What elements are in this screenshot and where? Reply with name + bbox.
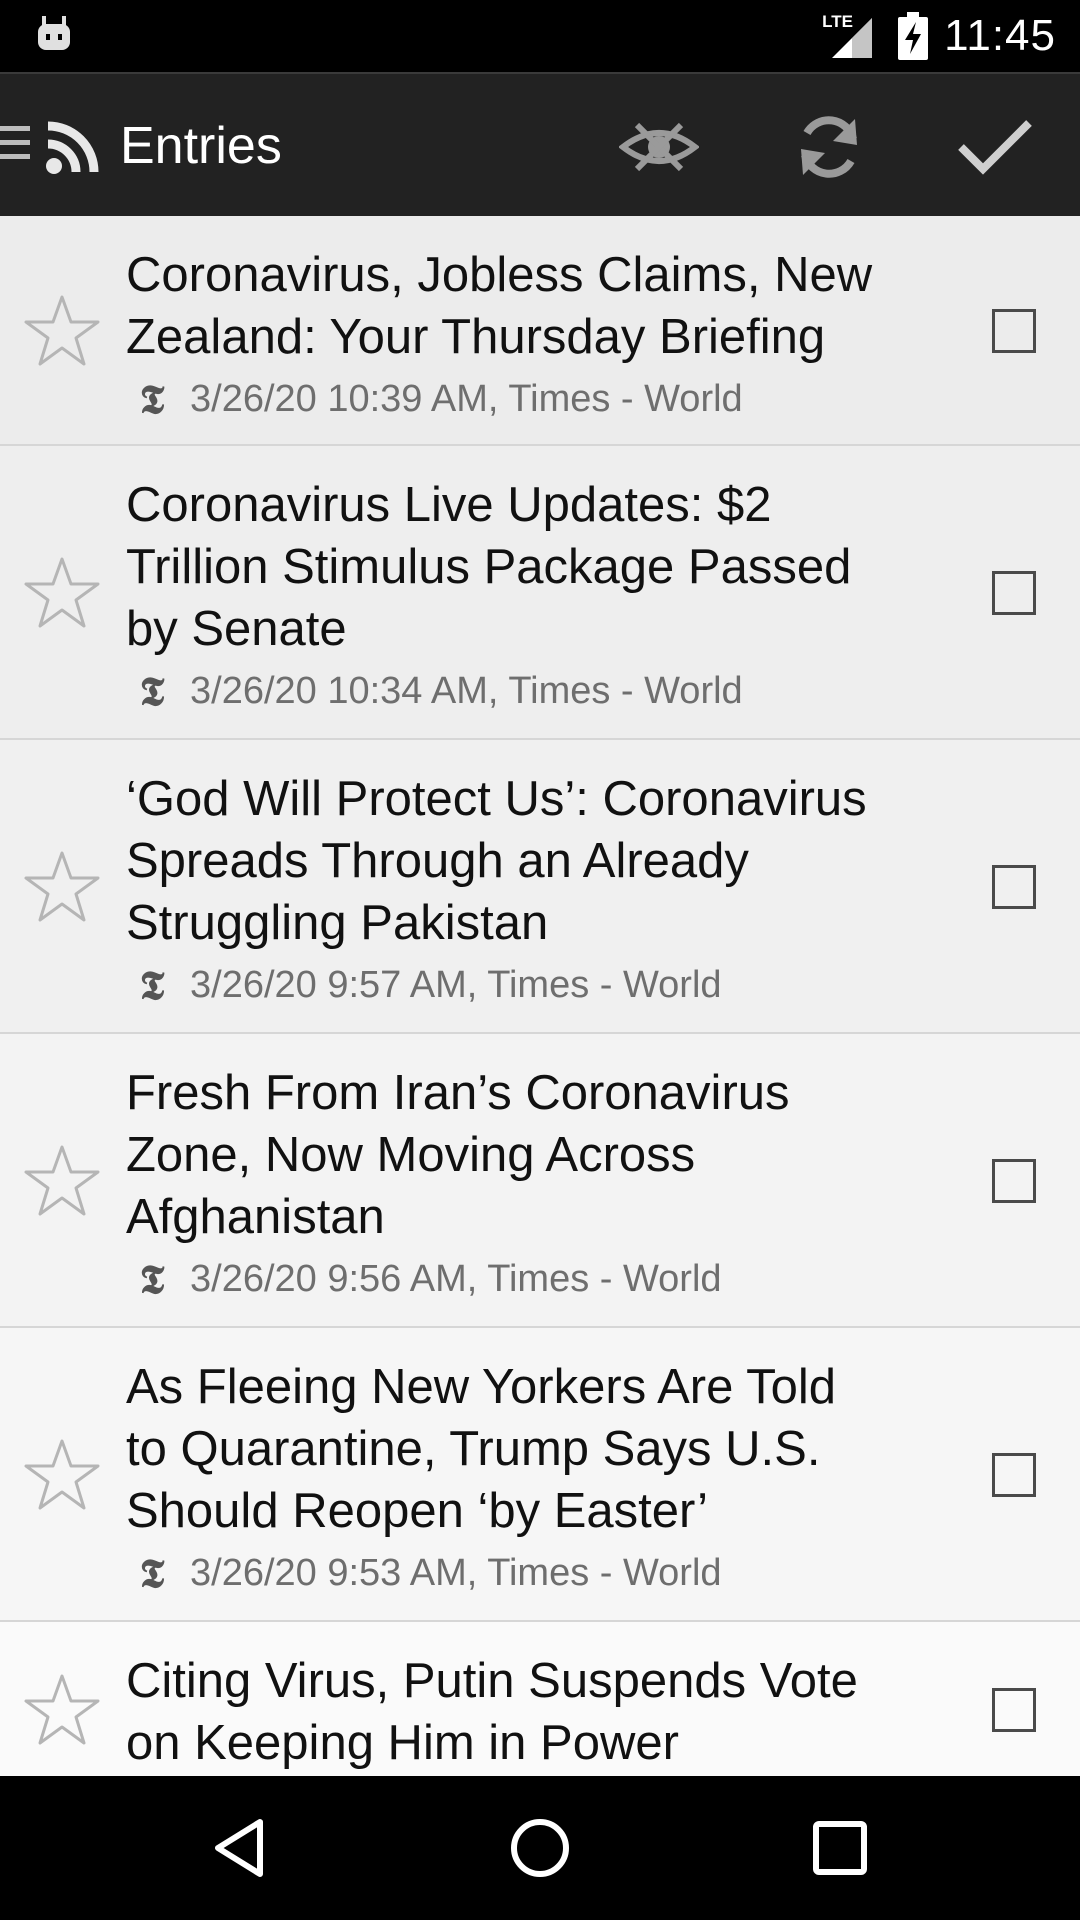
- menu-icon[interactable]: [0, 126, 30, 166]
- feed-logo-icon: 𝕿: [139, 668, 165, 715]
- entry-meta: 𝕿 3/26/20 10:39 AM, Times - World: [132, 376, 743, 423]
- rss-icon[interactable]: [44, 120, 100, 176]
- check-icon: [958, 120, 1032, 175]
- entry-list: Coronavirus, Jobless Claims, New Zealand:…: [0, 216, 1080, 1776]
- page-title: Entries: [120, 117, 282, 175]
- entry-title-line: As Fleeing New Yorkers Are Told: [126, 1360, 836, 1414]
- mark-read-checkbox[interactable]: [992, 571, 1036, 615]
- entry-row[interactable]: Fresh From Iran’s Coronavirus Zone, Now M…: [0, 1034, 1080, 1328]
- star-icon[interactable]: [22, 553, 102, 633]
- entry-title: Coronavirus Live Updates: $2 Trillion Sti…: [126, 474, 946, 660]
- entry-title-line: Trillion Stimulus Package Passed: [126, 540, 852, 594]
- entry-date-source: 3/26/20 10:34 AM, Times - World: [190, 670, 743, 712]
- mark-read-checkbox[interactable]: [992, 865, 1036, 909]
- android-notification-icon: [38, 16, 70, 50]
- entry-title-line: Afghanistan: [126, 1190, 385, 1244]
- star-icon[interactable]: [22, 1435, 102, 1515]
- entry-title: As Fleeing New Yorkers Are Told to Quaran…: [126, 1356, 946, 1542]
- mark-all-read-button[interactable]: [950, 102, 1040, 192]
- home-button[interactable]: [500, 1808, 580, 1888]
- entry-title: Coronavirus, Jobless Claims, New Zealand:…: [126, 244, 946, 368]
- home-icon: [511, 1819, 569, 1877]
- back-button[interactable]: [200, 1808, 280, 1888]
- entry-title-line: on Keeping Him in Power: [126, 1716, 679, 1770]
- entry-meta: 𝕿 3/26/20 9:53 AM, Times - World: [132, 1550, 722, 1597]
- entry-date-source: 3/26/20 9:53 AM, Times - World: [190, 1552, 722, 1594]
- entry-title-line: Coronavirus, Jobless Claims, New: [126, 248, 873, 302]
- entry-meta: 𝕿 3/26/20 10:34 AM, Times - World: [132, 668, 743, 715]
- refresh-button[interactable]: [784, 102, 874, 192]
- star-icon[interactable]: [22, 1141, 102, 1221]
- star-icon[interactable]: [22, 291, 102, 371]
- entry-title: ‘God Will Protect Us’: Coronavirus Spread…: [126, 768, 946, 954]
- recents-button[interactable]: [800, 1808, 880, 1888]
- entry-title-line: Zone, Now Moving Across: [126, 1128, 696, 1182]
- star-icon[interactable]: [22, 1670, 102, 1750]
- entry-row[interactable]: As Fleeing New Yorkers Are Told to Quaran…: [0, 1328, 1080, 1622]
- entry-row[interactable]: Coronavirus Live Updates: $2 Trillion Sti…: [0, 446, 1080, 740]
- entry-row[interactable]: ‘God Will Protect Us’: Coronavirus Spread…: [0, 740, 1080, 1034]
- feed-logo-icon: 𝕿: [139, 376, 165, 423]
- entry-date-source: 3/26/20 10:39 AM, Times - World: [190, 378, 743, 420]
- status-bar: LTE 11:45: [0, 0, 1080, 72]
- star-icon[interactable]: [22, 847, 102, 927]
- hide-read-button[interactable]: [614, 102, 704, 192]
- navigation-bar: [0, 1776, 1080, 1920]
- entry-date-source: 3/26/20 9:57 AM, Times - World: [190, 964, 722, 1006]
- entry-title: Citing Virus, Putin Suspends Vote on Keep…: [126, 1650, 946, 1774]
- action-bar: Entries: [0, 72, 1080, 216]
- signal-icon: LTE: [822, 12, 878, 60]
- feed-logo-icon: 𝕿: [139, 1256, 165, 1303]
- refresh-icon: [801, 116, 857, 178]
- entry-title-line: ‘God Will Protect Us’: Coronavirus: [126, 772, 867, 826]
- entry-title-line: Zealand: Your Thursday Briefing: [126, 310, 826, 364]
- mark-read-checkbox[interactable]: [992, 1453, 1036, 1497]
- entry-meta: 𝕿 3/26/20 9:56 AM, Times - World: [132, 1256, 722, 1303]
- eye-off-icon: [619, 122, 699, 172]
- entry-title-line: Citing Virus, Putin Suspends Vote: [126, 1654, 858, 1708]
- entry-row[interactable]: Citing Virus, Putin Suspends Vote on Keep…: [0, 1622, 1080, 1776]
- entry-title-line: to Quarantine, Trump Says U.S.: [126, 1422, 821, 1476]
- status-time: 11:45: [944, 11, 1056, 60]
- mark-read-checkbox[interactable]: [992, 309, 1036, 353]
- entry-title-line: Coronavirus Live Updates: $2: [126, 478, 772, 532]
- entry-date-source: 3/26/20 9:56 AM, Times - World: [190, 1258, 722, 1300]
- recents-icon: [813, 1821, 867, 1875]
- mark-read-checkbox[interactable]: [992, 1688, 1036, 1732]
- entry-title-line: Should Reopen ‘by Easter’: [126, 1484, 709, 1538]
- entry-title-line: Spreads Through an Already: [126, 834, 749, 888]
- entry-title-line: by Senate: [126, 602, 347, 656]
- entry-title: Fresh From Iran’s Coronavirus Zone, Now M…: [126, 1062, 946, 1248]
- mark-read-checkbox[interactable]: [992, 1159, 1036, 1203]
- entry-title-line: Fresh From Iran’s Coronavirus: [126, 1066, 790, 1120]
- feed-logo-icon: 𝕿: [139, 962, 165, 1009]
- battery-charging-icon: [898, 12, 929, 60]
- entry-meta: 𝕿 3/26/20 9:57 AM, Times - World: [132, 962, 722, 1009]
- back-icon: [215, 1819, 263, 1877]
- entry-row[interactable]: Coronavirus, Jobless Claims, New Zealand:…: [0, 216, 1080, 446]
- entry-title-line: Struggling Pakistan: [126, 896, 549, 950]
- feed-logo-icon: 𝕿: [139, 1550, 165, 1597]
